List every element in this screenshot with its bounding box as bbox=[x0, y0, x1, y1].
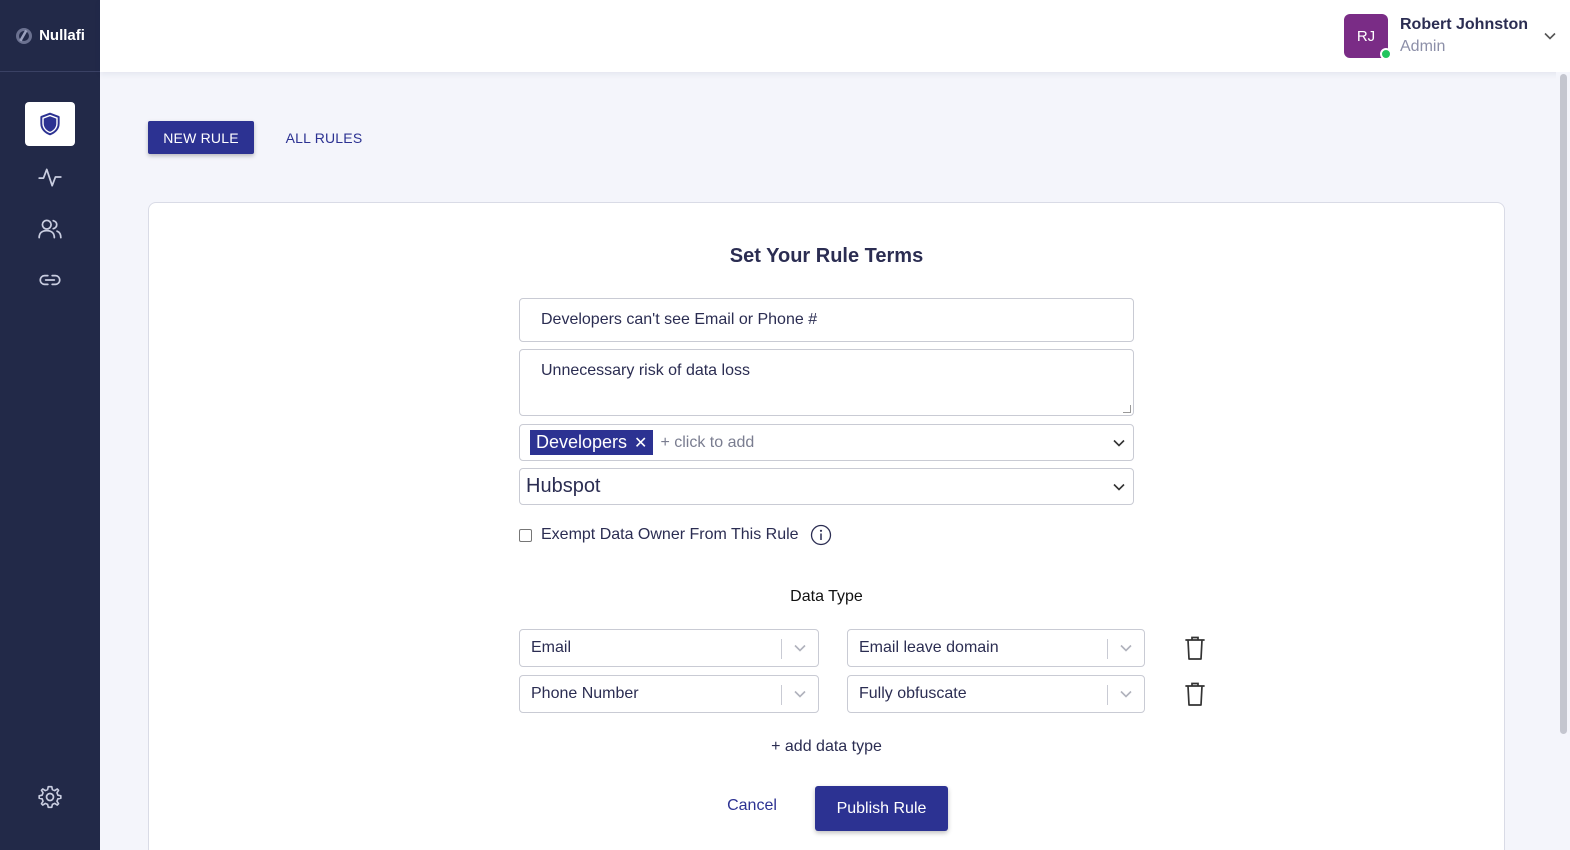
exempt-owner-label: Exempt Data Owner From This Rule bbox=[541, 526, 799, 543]
activity-icon bbox=[38, 168, 62, 187]
groups-add-placeholder: + click to add bbox=[660, 433, 755, 451]
data-type-value: Email bbox=[531, 639, 572, 656]
nav-settings[interactable] bbox=[25, 775, 75, 819]
users-icon bbox=[38, 219, 62, 239]
chevron-down-icon bbox=[794, 690, 806, 698]
group-chip-label: Developers bbox=[536, 432, 628, 452]
resize-handle[interactable] bbox=[1123, 405, 1131, 413]
user-role: Admin bbox=[1400, 38, 1446, 55]
brand-logo[interactable]: Nullafi bbox=[0, 0, 100, 72]
sidebar: Nullafi bbox=[0, 0, 100, 850]
brand-name: Nullafi bbox=[39, 27, 85, 44]
masking-action-select[interactable]: Fully obfuscate bbox=[847, 675, 1145, 713]
masking-action-value: Fully obfuscate bbox=[859, 685, 967, 702]
shield-icon bbox=[40, 112, 60, 136]
chevron-down-icon bbox=[1113, 439, 1125, 447]
group-chip: Developers ✕ bbox=[530, 430, 654, 455]
cancel-button[interactable]: Cancel bbox=[718, 797, 786, 819]
page-scrollbar[interactable] bbox=[1556, 72, 1570, 850]
chevron-down-icon bbox=[1120, 690, 1132, 698]
rule-name-input[interactable]: Developers can't see Email or Phone # bbox=[519, 298, 1134, 342]
nullafi-logo-icon bbox=[16, 27, 33, 44]
rule-reason-text: Unnecessary risk of data loss bbox=[541, 362, 750, 379]
chevron-down-icon bbox=[1120, 644, 1132, 652]
data-type-value: Phone Number bbox=[531, 685, 639, 702]
tab-all-rules[interactable]: ALL RULES bbox=[280, 121, 368, 154]
masking-action-value: Email leave domain bbox=[859, 639, 999, 656]
top-header: RJ Robert Johnston Admin bbox=[100, 0, 1570, 72]
rule-reason-textarea[interactable]: Unnecessary risk of data loss bbox=[519, 349, 1134, 416]
exempt-owner-row: Exempt Data Owner From This Rule bbox=[519, 524, 832, 546]
data-type-select[interactable]: Phone Number bbox=[519, 675, 819, 713]
publish-rule-button[interactable]: Publish Rule bbox=[815, 786, 948, 831]
tab-new-rule[interactable]: NEW RULE bbox=[148, 121, 254, 154]
remove-chip-icon[interactable]: ✕ bbox=[634, 433, 647, 453]
trash-icon[interactable] bbox=[1184, 635, 1206, 661]
avatar-initials: RJ bbox=[1356, 27, 1376, 45]
chevron-down-icon bbox=[794, 644, 806, 652]
avatar: RJ bbox=[1344, 14, 1392, 60]
masking-action-select[interactable]: Email leave domain bbox=[847, 629, 1145, 667]
gear-icon bbox=[38, 785, 62, 809]
online-status-indicator bbox=[1380, 48, 1392, 60]
trash-icon[interactable] bbox=[1184, 681, 1206, 707]
nav-rules[interactable] bbox=[25, 102, 75, 146]
chevron-down-icon bbox=[1113, 483, 1125, 491]
nav-activity[interactable] bbox=[25, 155, 75, 199]
data-type-heading: Data Type bbox=[790, 588, 863, 605]
user-menu[interactable]: RJ Robert Johnston Admin bbox=[1344, 14, 1556, 60]
link-icon bbox=[39, 274, 61, 286]
chevron-down-icon bbox=[1544, 32, 1556, 40]
add-data-type-link[interactable]: + add data type bbox=[0, 738, 1570, 756]
data-type-select[interactable]: Email bbox=[519, 629, 819, 667]
exempt-owner-checkbox[interactable] bbox=[519, 528, 532, 542]
user-name: Robert Johnston bbox=[1400, 16, 1528, 33]
scrollbar-thumb[interactable] bbox=[1560, 74, 1567, 734]
info-icon[interactable] bbox=[810, 524, 832, 546]
groups-multiselect[interactable]: Developers ✕ + click to add bbox=[519, 424, 1134, 461]
application-value: Hubspot bbox=[526, 475, 601, 497]
application-select[interactable]: Hubspot bbox=[519, 468, 1134, 505]
form-title: Set Your Rule Terms bbox=[729, 245, 924, 267]
